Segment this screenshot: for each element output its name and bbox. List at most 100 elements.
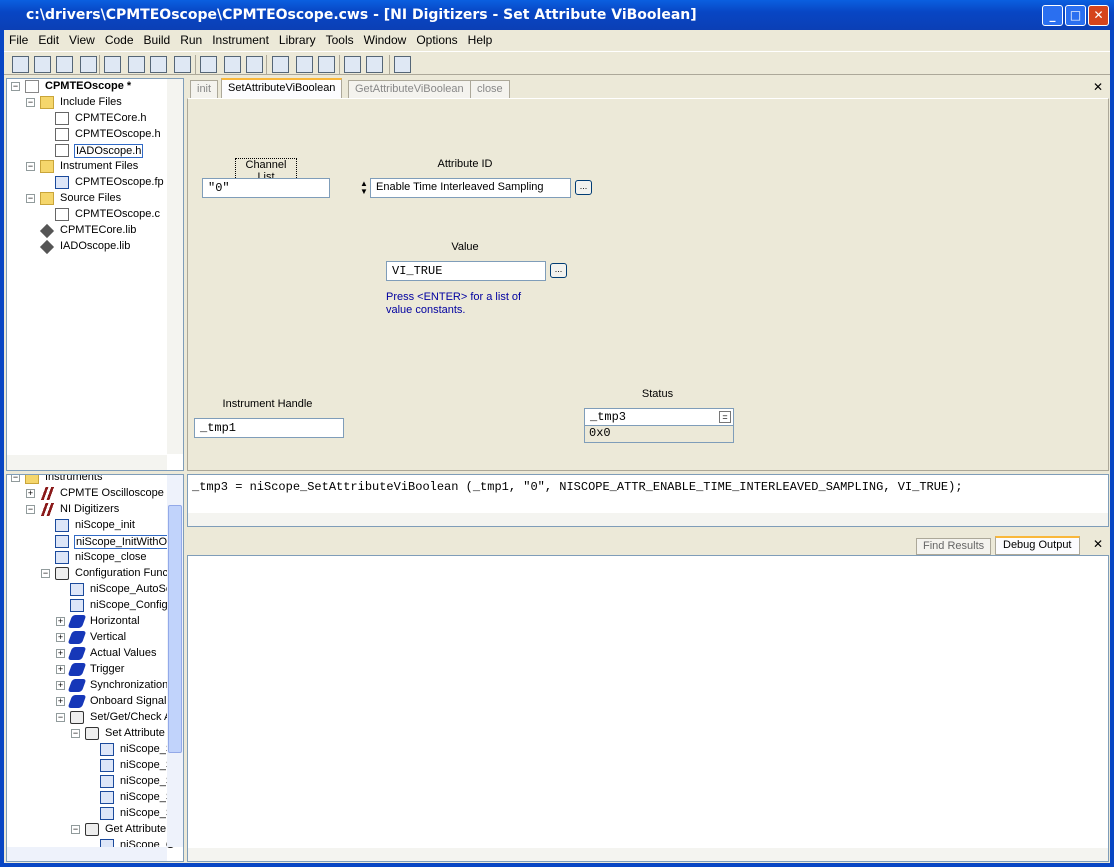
tree-item[interactable]: niScope_S bbox=[7, 806, 177, 822]
expand-icon[interactable]: + bbox=[56, 617, 65, 626]
attribute-id-input[interactable]: Enable Time Interleaved Sampling bbox=[370, 178, 571, 198]
collapse-icon[interactable]: − bbox=[11, 475, 20, 482]
maximize-button[interactable]: □ bbox=[1065, 5, 1086, 26]
expand-icon[interactable]: + bbox=[56, 633, 65, 642]
collapse-icon[interactable]: − bbox=[71, 825, 80, 834]
check-icon[interactable] bbox=[224, 56, 241, 73]
tree-item[interactable]: niScope_Configu bbox=[7, 598, 177, 614]
collapse-icon[interactable]: − bbox=[26, 505, 35, 514]
status-input[interactable]: _tmp3 bbox=[584, 408, 734, 426]
tab-close[interactable]: close bbox=[470, 80, 510, 98]
tree-item[interactable]: − Source Files bbox=[7, 191, 177, 207]
edit-icon[interactable] bbox=[394, 56, 411, 73]
download-icon[interactable] bbox=[174, 56, 191, 73]
menu-tools[interactable]: Tools bbox=[321, 30, 359, 50]
debug-output-area[interactable] bbox=[187, 555, 1109, 862]
tab-setattributeviboolean[interactable]: SetAttributeViBoolean bbox=[221, 78, 343, 98]
tree-item[interactable]: − NI Digitizers bbox=[7, 502, 177, 518]
tree-item[interactable]: − Instruments bbox=[7, 475, 177, 486]
tree-icon[interactable] bbox=[272, 56, 289, 73]
watch-icon[interactable] bbox=[344, 56, 361, 73]
list-icon[interactable] bbox=[246, 56, 263, 73]
menu-build[interactable]: Build bbox=[139, 30, 176, 50]
project-tree-hscrollbar[interactable] bbox=[7, 455, 167, 470]
menu-code[interactable]: Code bbox=[100, 30, 139, 50]
menu-edit[interactable]: Edit bbox=[33, 30, 64, 50]
tree-item[interactable]: − Set/Get/Check A bbox=[7, 710, 177, 726]
close-panel-icon[interactable]: ✕ bbox=[1093, 80, 1103, 94]
new-fp-icon[interactable] bbox=[56, 56, 73, 73]
menu-instrument[interactable]: Instrument bbox=[207, 30, 274, 50]
collapse-icon[interactable]: − bbox=[56, 713, 65, 722]
tree-item[interactable]: niScope_close bbox=[7, 550, 177, 566]
tree-item[interactable]: CPMTECore.h bbox=[7, 111, 177, 127]
tree-item[interactable]: niScope_InitWithOp bbox=[7, 534, 177, 550]
code-hscrollbar[interactable] bbox=[188, 513, 1108, 526]
tab-init[interactable]: init bbox=[190, 80, 219, 98]
tree-item[interactable]: + Actual Values bbox=[7, 646, 177, 662]
tree-item[interactable]: + Trigger bbox=[7, 662, 177, 678]
menu-file[interactable]: File bbox=[4, 30, 33, 50]
project-tree-scrollbar[interactable] bbox=[167, 79, 183, 454]
spin-icon[interactable]: ▲ ▼ bbox=[360, 180, 368, 196]
collapse-icon[interactable]: − bbox=[71, 729, 80, 738]
tab-getattributeviboolean[interactable]: GetAttributeViBoolean bbox=[348, 80, 471, 98]
code-window[interactable]: _tmp3 = niScope_SetAttributeViBoolean (_… bbox=[187, 474, 1109, 527]
collapse-icon[interactable]: − bbox=[26, 162, 35, 171]
redo-icon[interactable] bbox=[318, 56, 335, 73]
tree-item[interactable]: IADOscope.h bbox=[7, 143, 177, 159]
status-menu-icon[interactable]: = bbox=[719, 411, 731, 423]
library-tree-hscrollbar[interactable] bbox=[7, 847, 167, 861]
run-icon[interactable] bbox=[104, 56, 121, 73]
breakpoint-icon[interactable] bbox=[150, 56, 167, 73]
close-output-icon[interactable]: ✕ bbox=[1093, 537, 1103, 551]
menu-window[interactable]: Window bbox=[359, 30, 412, 50]
value-browse-button[interactable]: ... bbox=[550, 263, 567, 278]
menu-run[interactable]: Run bbox=[175, 30, 207, 50]
new-uir-icon[interactable] bbox=[34, 56, 51, 73]
collapse-icon[interactable]: − bbox=[26, 194, 35, 203]
library-tree[interactable]: − Instruments + CPMTE Oscilloscope − NI Digit… bbox=[6, 474, 184, 862]
tree-item[interactable]: + Horizontal bbox=[7, 614, 177, 630]
tree-item[interactable]: + Vertical bbox=[7, 630, 177, 646]
tree-item[interactable]: + Synchronization bbox=[7, 678, 177, 694]
tree-item[interactable]: niScope_init bbox=[7, 518, 177, 534]
value-input[interactable]: VI_TRUE bbox=[386, 261, 546, 281]
expand-icon[interactable]: + bbox=[56, 697, 65, 706]
open-icon[interactable] bbox=[80, 56, 97, 73]
tree-item[interactable]: niScope_S bbox=[7, 790, 177, 806]
output-hscrollbar[interactable] bbox=[188, 848, 1108, 861]
menu-options[interactable]: Options bbox=[411, 30, 462, 50]
tree-item[interactable]: + Onboard Signal F bbox=[7, 694, 177, 710]
tree-item[interactable]: niScope_S bbox=[7, 758, 177, 774]
collapse-icon[interactable]: − bbox=[26, 98, 35, 107]
step-icon[interactable] bbox=[128, 56, 145, 73]
tree-item[interactable]: + CPMTE Oscilloscope bbox=[7, 486, 177, 502]
expand-icon[interactable]: + bbox=[56, 649, 65, 658]
library-tree-scrollbar[interactable] bbox=[167, 475, 183, 847]
tree-item[interactable]: niScope_S bbox=[7, 742, 177, 758]
new-c-icon[interactable] bbox=[12, 56, 29, 73]
expand-icon[interactable]: + bbox=[26, 489, 35, 498]
channel-list-input[interactable]: "0" bbox=[202, 178, 330, 198]
expression-icon[interactable] bbox=[366, 56, 383, 73]
tree-item[interactable]: − Include Files bbox=[7, 95, 177, 111]
tree-item[interactable]: CPMTEOscope.h bbox=[7, 127, 177, 143]
expand-icon[interactable]: + bbox=[56, 681, 65, 690]
expand-icon[interactable]: + bbox=[56, 665, 65, 674]
menu-help[interactable]: Help bbox=[463, 30, 498, 50]
tree-item[interactable]: − Instrument Files bbox=[7, 159, 177, 175]
collapse-icon[interactable]: − bbox=[11, 82, 20, 91]
menu-library[interactable]: Library bbox=[274, 30, 321, 50]
scroll-thumb[interactable] bbox=[168, 505, 182, 753]
instrument-handle-input[interactable]: _tmp1 bbox=[194, 418, 344, 438]
undo-icon[interactable] bbox=[296, 56, 313, 73]
tree-item[interactable]: − CPMTEOscope * bbox=[7, 79, 177, 95]
menu-view[interactable]: View bbox=[64, 30, 100, 50]
minimize-button[interactable]: _ bbox=[1042, 5, 1063, 26]
tree-item[interactable]: niScope_AutoSe bbox=[7, 582, 177, 598]
tree-item[interactable]: IADOscope.lib bbox=[7, 239, 177, 255]
attribute-browse-button[interactable]: ... bbox=[575, 180, 592, 195]
tree-item[interactable]: − Set Attribute bbox=[7, 726, 177, 742]
tree-item[interactable]: niScope_S bbox=[7, 774, 177, 790]
